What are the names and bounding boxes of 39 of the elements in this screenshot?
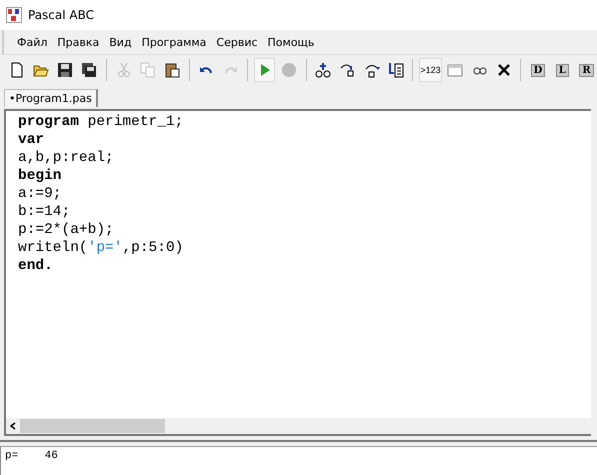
menu-item[interactable]: Сервис (211, 34, 263, 50)
step-over-icon (364, 62, 380, 78)
menu-item[interactable]: Программа (136, 34, 212, 50)
file-tab[interactable]: •Program1.pas (4, 89, 98, 107)
new-file-icon (8, 62, 25, 78)
output-text: p= 46 (0, 447, 597, 475)
window-title: Pascal ABC (28, 8, 94, 22)
close-icon (496, 62, 512, 78)
code-editor[interactable]: program perimetr_1; var a,b,p:real; begin a:=9; b:=14; p:=2*(a+b); writeln('p=',p:5:0) end. (4, 109, 591, 436)
menu-item[interactable]: Правка (52, 34, 104, 50)
window-icon (447, 62, 464, 78)
save-all-icon (81, 62, 98, 78)
code-line: writeln('p=',p:5:0) (18, 239, 184, 257)
glasses-plus-icon (315, 62, 332, 78)
paste-icon (164, 62, 180, 78)
menu-item[interactable]: Вид (104, 34, 137, 50)
toolbar-button[interactable]: >123 (419, 58, 442, 82)
app-logo-icon (6, 7, 22, 23)
toolbar-button[interactable]: R (576, 58, 597, 82)
stop-icon (280, 62, 297, 78)
copy-icon (140, 62, 156, 78)
save-icon (57, 62, 74, 78)
run-to-cursor-icon (388, 62, 404, 78)
code-line: end. (18, 257, 54, 275)
menu-item[interactable]: Помощь (262, 34, 320, 50)
code-line: b:=14; (18, 203, 72, 221)
menu-item[interactable]: Файл (12, 34, 52, 50)
scissors-icon (116, 62, 132, 78)
toolbar-button[interactable]: L (552, 58, 573, 82)
code-line: begin (18, 167, 63, 185)
code-line: a:=9; (18, 185, 63, 203)
code-line: program perimetr_1; (18, 113, 184, 131)
horizontal-scrollbar[interactable] (6, 418, 591, 434)
step-into-icon (339, 62, 356, 78)
code-line: var (18, 131, 46, 149)
toolbar-button[interactable]: D (527, 58, 549, 82)
code-line: a,b,p:real; (18, 149, 115, 167)
scrollbar-thumb[interactable] (20, 419, 165, 433)
code-line: p:=2*(a+b); (18, 221, 115, 239)
